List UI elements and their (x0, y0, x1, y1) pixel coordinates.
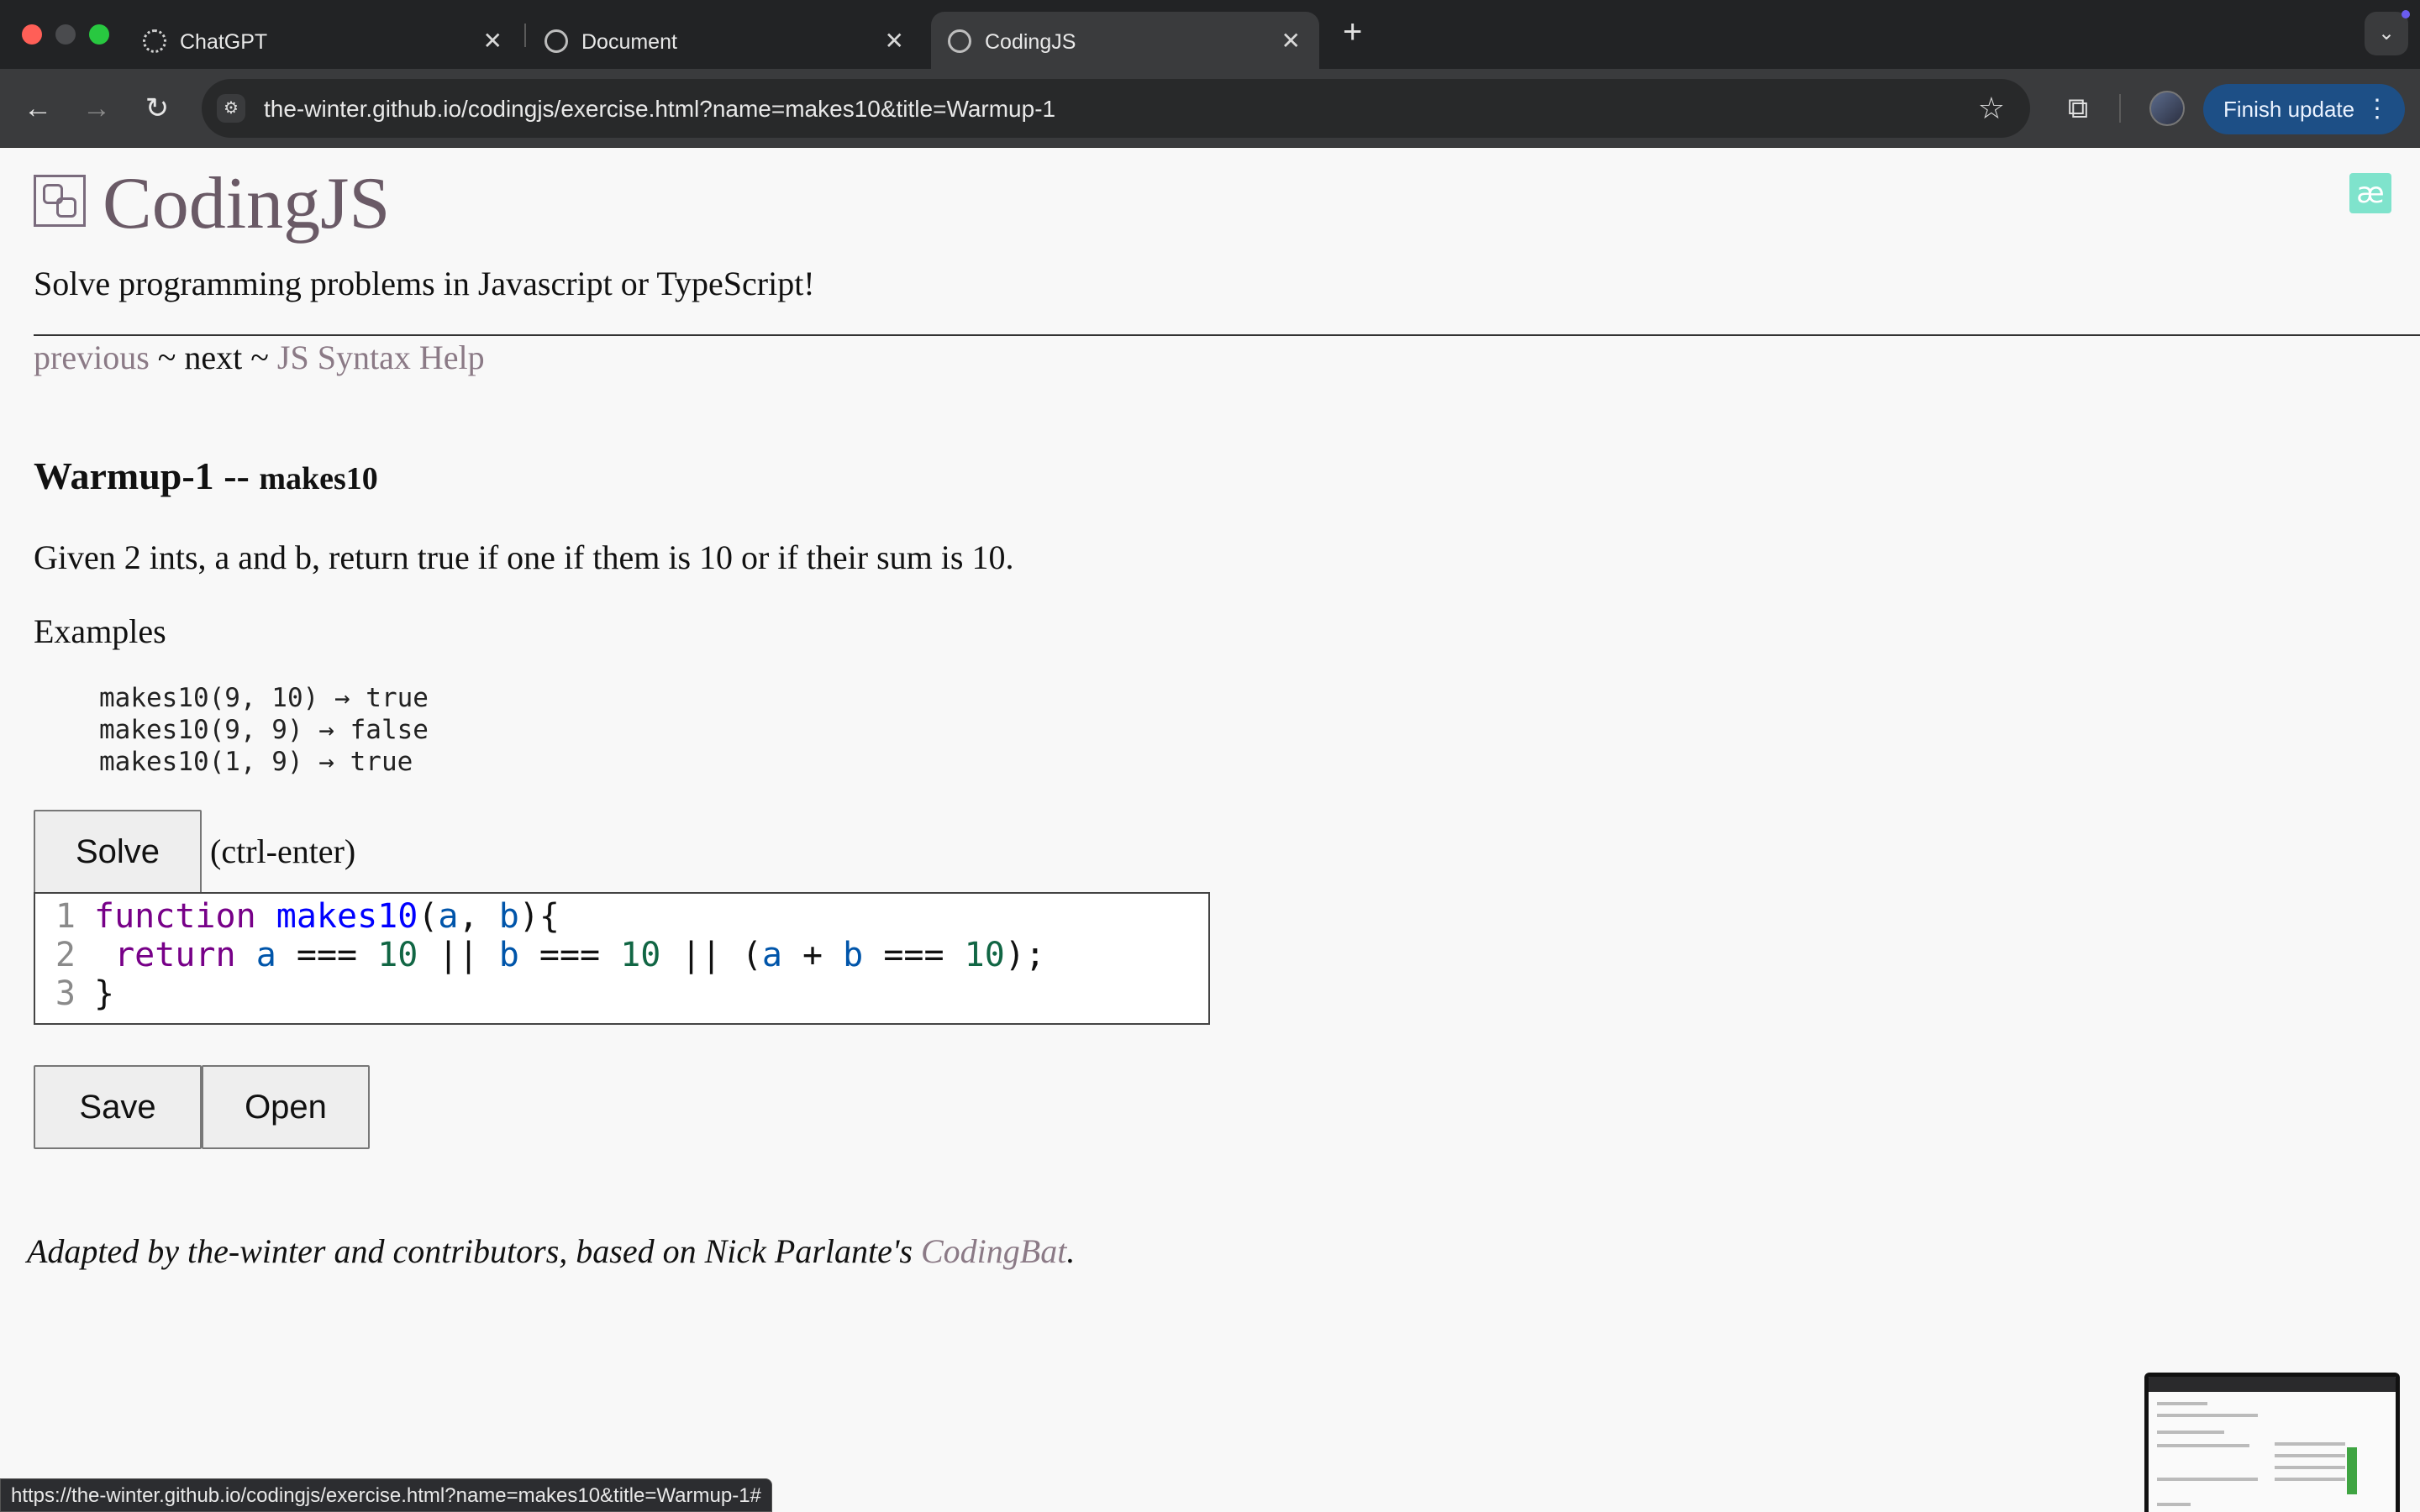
solve-shortcut-hint: (ctrl-enter) (210, 832, 356, 870)
next-text[interactable]: next (184, 339, 242, 376)
open-button[interactable]: Open (202, 1065, 370, 1149)
bookmark-star-icon[interactable]: ☆ (1978, 91, 2005, 126)
site-tagline: Solve programming problems in Javascript… (34, 265, 815, 302)
forward-arrow-icon[interactable]: → (76, 87, 118, 129)
screenshot-thumbnail[interactable] (2144, 1373, 2400, 1512)
minimize-window-button[interactable] (55, 24, 76, 45)
tab-title: Document (581, 30, 677, 54)
finish-update-label: Finish update (2223, 97, 2355, 122)
thumbnail-line (2157, 1402, 2207, 1405)
thumbnail-line (2157, 1478, 2258, 1481)
code-line[interactable]: 1 function makes10(a, b){ (35, 897, 1208, 936)
chatgpt-icon (143, 29, 166, 53)
profile-avatar[interactable] (2149, 91, 2185, 126)
finish-update-button[interactable]: Finish update ⋮ (2203, 84, 2405, 134)
close-icon[interactable]: ✕ (1281, 27, 1301, 55)
code-text[interactable]: function makes10(a, b){ (94, 897, 560, 936)
solve-button[interactable]: Solve (34, 810, 202, 894)
code-text[interactable]: } (94, 974, 114, 1013)
tab-title: CodingJS (985, 30, 1076, 54)
thumbnail-line (2275, 1478, 2345, 1481)
line-number: 1 (55, 897, 76, 936)
example-line: makes10(9, 10) → true (99, 683, 429, 713)
tab-title: ChatGPT (180, 30, 268, 54)
new-tab-icon[interactable]: + (1343, 13, 1362, 51)
code-line[interactable]: 2 return a === 10 || b === 10 || (a + b … (35, 936, 1208, 974)
zoom-window-button[interactable] (89, 24, 109, 45)
tab-search-button[interactable]: ⌄ (2365, 12, 2408, 55)
save-button[interactable]: Save (34, 1065, 202, 1149)
code-line[interactable]: 3} (35, 974, 1208, 1013)
syntax-help-link[interactable]: JS Syntax Help (277, 339, 485, 376)
more-menu-icon[interactable]: ⋮ (2365, 84, 2390, 134)
problem-nav: previous ~ next ~ JS Syntax Help (34, 338, 485, 377)
nav-separator: ~ (242, 339, 277, 376)
toolbar-divider (2119, 94, 2121, 123)
browser-tab-bar: ChatGPT ✕ Document ✕ CodingJS ✕ + ⌄ (0, 0, 2420, 69)
example-line: makes10(1, 9) → true (99, 747, 413, 777)
code-text[interactable]: return a === 10 || b === 10 || (a + b ==… (94, 936, 1045, 974)
problem-title: Warmup-1 -- makes10 (34, 454, 378, 498)
close-window-button[interactable] (22, 24, 42, 45)
globe-icon (544, 29, 568, 53)
thumbnail-line (2157, 1503, 2191, 1506)
close-icon[interactable]: ✕ (483, 27, 502, 55)
codingbat-link[interactable]: CodingBat (921, 1232, 1066, 1270)
ae-extension-icon[interactable]: æ (2349, 173, 2391, 213)
thumbnail-line (2275, 1442, 2345, 1446)
status-bar-url: https://the-winter.github.io/codingjs/ex… (0, 1478, 772, 1512)
line-number: 3 (55, 974, 76, 1013)
close-icon[interactable]: ✕ (885, 27, 904, 55)
problem-description: Given 2 ints, a and b, return true if on… (34, 538, 1014, 576)
example-line: makes10(9, 9) → false (99, 715, 429, 745)
site-brand[interactable]: CodingJS (103, 161, 390, 246)
url-text[interactable]: the-winter.github.io/codingjs/exercise.h… (264, 96, 1055, 123)
extensions-puzzle-icon[interactable]: ⧉ (2059, 89, 2097, 128)
reload-icon[interactable]: ↻ (136, 87, 178, 129)
thumbnail-line (2275, 1466, 2345, 1469)
previous-link[interactable]: previous (34, 339, 150, 376)
tab-document[interactable]: Document ✕ (528, 12, 923, 69)
puzzle-logo-icon (34, 175, 86, 227)
footer-credit: Adapted by the-winter and contributors, … (27, 1231, 1075, 1271)
globe-icon (948, 29, 971, 53)
footer-text: Adapted by the-winter and contributors, … (27, 1232, 921, 1270)
address-bar[interactable]: ⚙ the-winter.github.io/codingjs/exercise… (202, 79, 2030, 138)
thumbnail-line (2157, 1444, 2249, 1447)
line-number: 2 (55, 936, 76, 974)
browser-toolbar: ← → ↻ ⚙ the-winter.github.io/codingjs/ex… (0, 69, 2420, 148)
thumbnail-line (2157, 1431, 2224, 1434)
code-editor[interactable]: 1 function makes10(a, b){ 2 return a === … (34, 892, 1210, 1025)
problem-category: Warmup-1 (34, 454, 214, 497)
page-content: CodingJS æ Solve programming problems in… (0, 148, 2420, 1512)
thumbnail-line (2275, 1454, 2345, 1457)
examples-heading: Examples (34, 612, 166, 650)
back-arrow-icon[interactable]: ← (17, 87, 59, 129)
tab-divider (524, 24, 526, 47)
tab-codingjs[interactable]: CodingJS ✕ (931, 12, 1319, 69)
nav-separator: ~ (149, 339, 185, 376)
thumbnail-pass-column (2347, 1447, 2357, 1494)
footer-end: . (1066, 1232, 1076, 1270)
tab-chatgpt[interactable]: ChatGPT ✕ (126, 12, 521, 69)
examples-list: makes10(9, 10) → true makes10(9, 9) → fa… (99, 682, 429, 778)
thumbnail-titlebar (2149, 1377, 2396, 1392)
site-settings-icon[interactable]: ⚙ (217, 94, 245, 123)
title-separator: -- (213, 454, 260, 497)
problem-name: makes10 (259, 461, 378, 496)
notification-dot (2402, 10, 2410, 18)
divider (34, 334, 2420, 336)
thumbnail-line (2157, 1414, 2258, 1417)
